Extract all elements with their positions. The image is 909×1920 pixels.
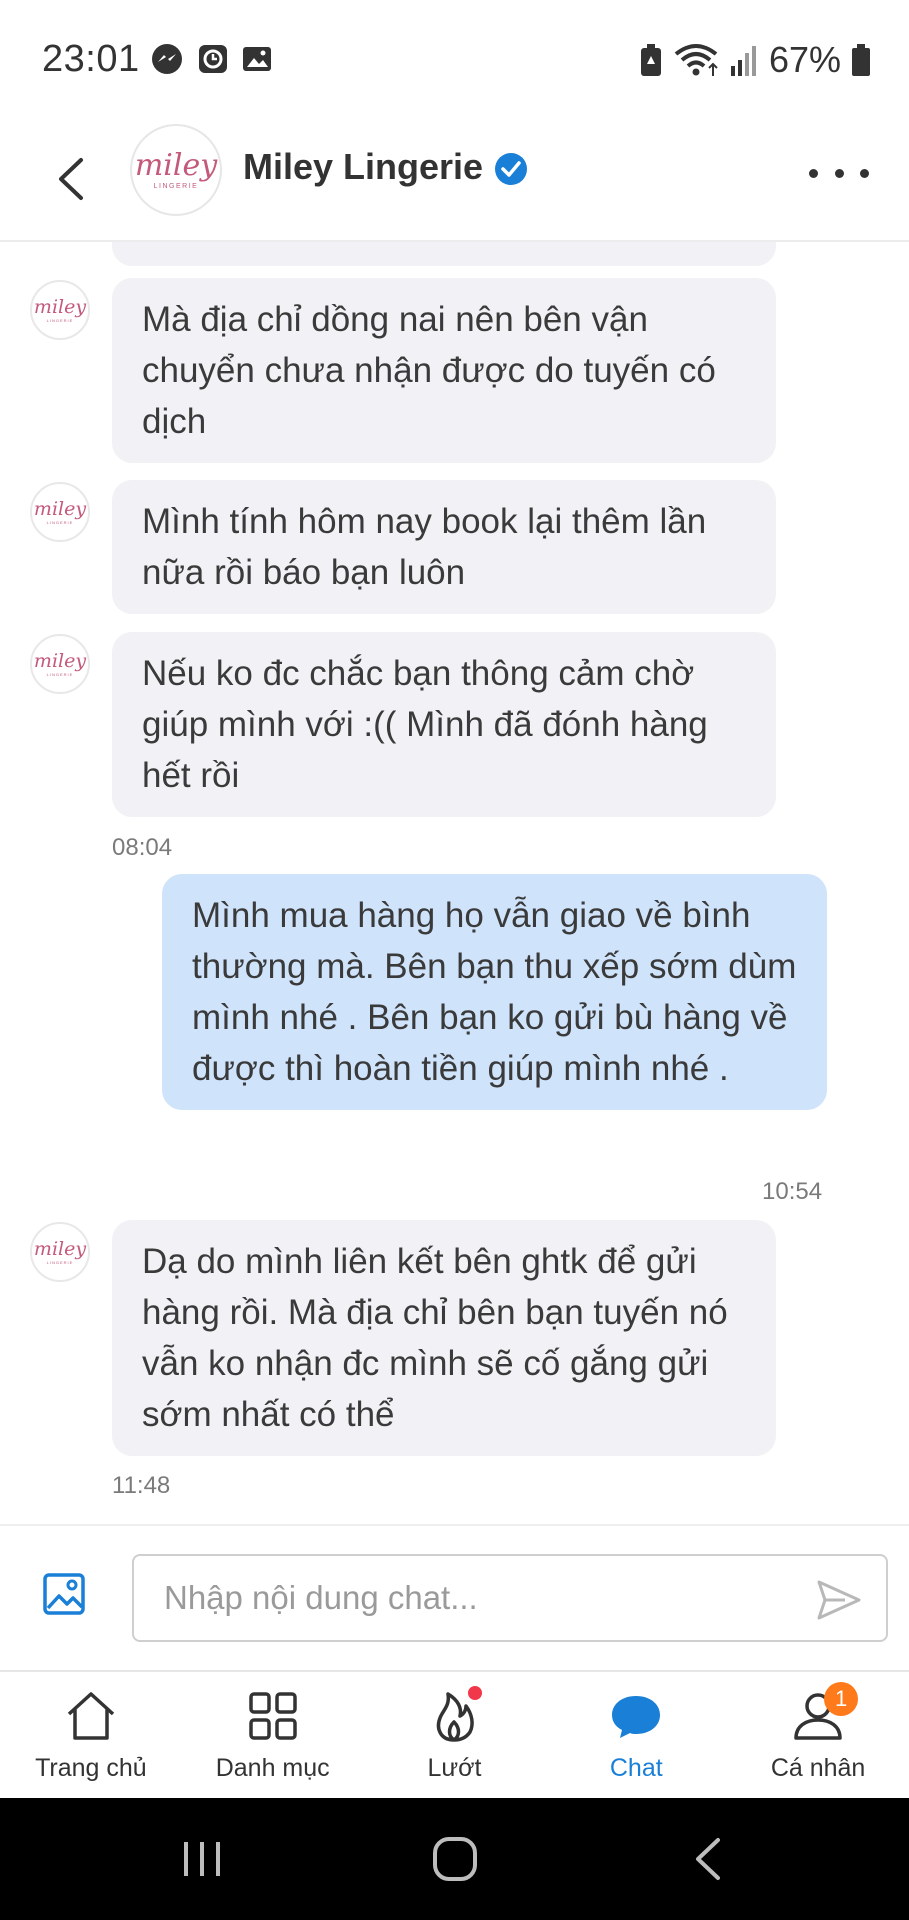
message-bubble-outgoing[interactable]: Mình mua hàng họ vẫn giao về bình thường… xyxy=(162,874,827,1110)
sender-avatar: miley LINGERIE xyxy=(30,1222,90,1282)
image-icon xyxy=(243,47,271,71)
message-bubble-incoming[interactable]: Nếu ko đc chắc bạn thông cảm chờ giúp mì… xyxy=(112,632,776,817)
home-icon xyxy=(67,1692,115,1740)
message-bubble-partial xyxy=(112,242,776,266)
battery-saver-icon xyxy=(640,44,661,76)
back-button[interactable] xyxy=(40,144,100,214)
more-dot xyxy=(860,168,869,178)
image-attach-icon[interactable] xyxy=(42,1572,86,1616)
notification-badge: 1 xyxy=(824,1682,859,1716)
wifi-icon xyxy=(674,44,718,76)
nav-label: Lướt xyxy=(427,1754,482,1782)
status-right: 67% xyxy=(639,38,871,82)
sender-logo: miley xyxy=(33,1237,87,1260)
recent-apps-icon[interactable] xyxy=(180,1836,224,1882)
sender-logo-sub: LINGERIE xyxy=(46,317,74,323)
system-nav-bar xyxy=(0,1798,909,1920)
shop-avatar[interactable]: miley LINGERIE xyxy=(130,124,222,216)
nav-label: Danh mục xyxy=(215,1754,330,1782)
message-bubble-incoming[interactable]: Mình tính hôm nay book lại thêm lần nữa … xyxy=(112,480,776,614)
chevron-left-icon xyxy=(59,158,83,200)
sender-logo-sub: LINGERIE xyxy=(46,671,74,677)
sender-logo: miley xyxy=(33,295,87,318)
chat-input-bar xyxy=(0,1524,909,1670)
sender-logo-sub: LINGERIE xyxy=(46,519,74,525)
more-options-button[interactable] xyxy=(809,148,869,198)
chat-bubble-icon xyxy=(612,1696,661,1738)
message-timestamp: 10:54 xyxy=(762,1178,823,1205)
sender-logo: miley xyxy=(33,497,87,520)
flame-icon-wrap xyxy=(426,1684,485,1744)
shop-logo-sub: LINGERIE xyxy=(153,182,199,190)
user-icon-wrap: 1 xyxy=(790,1682,859,1744)
message-timestamp: 08:04 xyxy=(112,834,173,861)
nav-home[interactable]: Trang chủ xyxy=(0,1672,182,1800)
battery-icon xyxy=(852,44,870,76)
status-time: 23:01 xyxy=(42,38,140,80)
nav-label: Chat xyxy=(609,1754,663,1782)
clock-icon xyxy=(199,45,227,73)
nav-profile[interactable]: 1 Cá nhân xyxy=(727,1672,909,1800)
sender-logo-sub: LINGERIE xyxy=(46,1259,74,1265)
chat-header: miley LINGERIE Miley Lingerie xyxy=(0,118,909,242)
battery-percent: 67% xyxy=(768,39,841,80)
nav-chat[interactable]: Chat xyxy=(545,1672,727,1800)
send-icon[interactable] xyxy=(815,1578,863,1622)
more-dot xyxy=(834,168,844,178)
status-bar: 23:01 67% xyxy=(0,0,909,118)
signal-icon xyxy=(730,46,756,76)
sender-avatar: miley LINGERIE xyxy=(30,634,90,694)
grid-icon xyxy=(248,1692,297,1740)
home-button-icon[interactable] xyxy=(432,1836,478,1882)
chat-messages[interactable]: miley LINGERIE Mà địa chỉ dồng nai nên b… xyxy=(0,242,909,1524)
bottom-nav: Trang chủ Danh mục Lướt Chat 1 Cá nhân xyxy=(0,1670,909,1798)
messenger-icon xyxy=(152,44,182,74)
nav-label: Trang chủ xyxy=(35,1754,147,1782)
shop-name[interactable]: Miley Lingerie xyxy=(243,146,483,188)
nav-feed[interactable]: Lướt xyxy=(364,1672,546,1800)
sender-logo: miley xyxy=(33,649,87,672)
sender-avatar: miley LINGERIE xyxy=(30,482,90,542)
verified-icon xyxy=(495,153,527,185)
more-dot xyxy=(809,168,818,178)
sender-avatar: miley LINGERIE xyxy=(30,280,90,340)
chat-input[interactable] xyxy=(132,1554,888,1642)
system-back-icon[interactable] xyxy=(690,1836,726,1882)
nav-label: Cá nhân xyxy=(770,1754,866,1782)
message-bubble-incoming[interactable]: Dạ do mình liên kết bên ghtk để gửi hàng… xyxy=(112,1220,776,1456)
nav-categories[interactable]: Danh mục xyxy=(182,1672,364,1800)
message-timestamp: 11:48 xyxy=(112,1472,171,1499)
shop-logo: miley xyxy=(134,147,218,183)
message-bubble-incoming[interactable]: Mà địa chỉ dồng nai nên bên vận chuyển c… xyxy=(112,278,776,463)
